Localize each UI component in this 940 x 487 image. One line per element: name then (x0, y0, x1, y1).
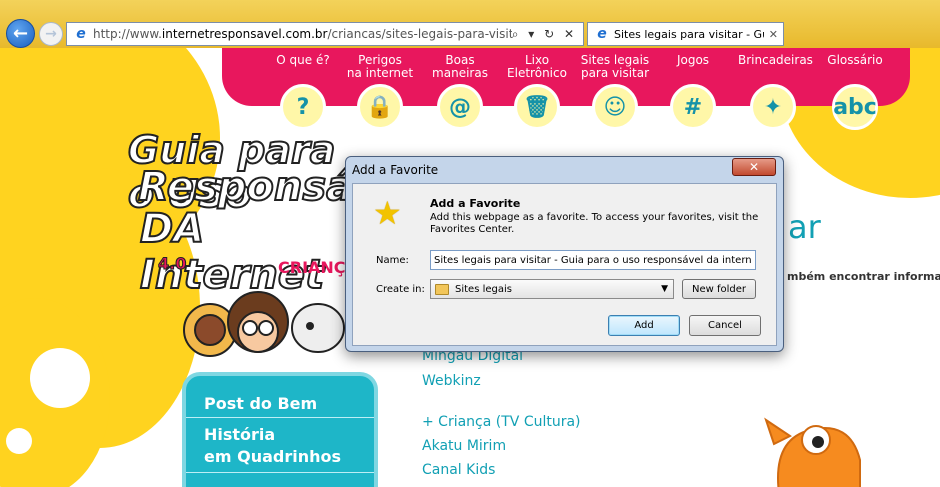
dialog-close-button[interactable]: ✕ (732, 158, 776, 176)
dialog-body: ★ Add a Favorite Add this webpage as a f… (352, 183, 777, 346)
ie-tab-icon: e (597, 26, 607, 42)
page-intro-fragment: mbém encontrar informaçõe (787, 270, 940, 283)
create-in-label: Create in: (376, 284, 425, 295)
dialog-title: Add a Favorite (352, 163, 439, 177)
menu-item-1[interactable]: Perigos na internet 🔒 (345, 53, 415, 130)
name-label: Name: (376, 255, 409, 266)
decor-dot (6, 428, 32, 454)
menu-item-icon: ? (280, 84, 326, 130)
menu-item-0[interactable]: O que é?? (268, 53, 338, 130)
star-icon: ★ (373, 194, 402, 232)
sidebar-item-historia-em-quadrinhos[interactable]: História em Quadrinhos (186, 418, 374, 473)
arrow-left-icon: ← (12, 23, 29, 44)
folder-icon (435, 283, 449, 295)
decor-dot (30, 348, 90, 408)
menu-item-icon: 🔒 (357, 84, 403, 130)
menu-item-label: Brincadeiras (738, 53, 813, 67)
create-in-select[interactable]: Sites legais ▼ (430, 279, 674, 299)
menu-item-label: Lixo Eletrônico (507, 53, 567, 80)
menu-item-5[interactable]: Jogos # (658, 53, 728, 130)
menu-item-label: O que é? (276, 53, 330, 67)
url-text: http://www.internetresponsavel.com.br/cr… (93, 27, 512, 41)
link-webkinz[interactable]: Webkinz (422, 373, 481, 389)
link-canal-kids[interactable]: Canal Kids (422, 462, 495, 478)
dialog-description: Add this webpage as a favorite. To acces… (430, 212, 759, 235)
forward-button[interactable]: → (39, 22, 63, 46)
menu-item-label: Glossário (827, 53, 883, 67)
sidebar-item-label: em Quadrinhos (204, 447, 342, 466)
link-mais-crianca[interactable]: + Criança (TV Cultura) (422, 414, 581, 430)
menu-item-2[interactable]: Boas maneiras @ (425, 53, 495, 130)
tab-active[interactable]: e Sites legais para visitar - Gui... ✕ (587, 22, 784, 46)
kids-illustration (183, 291, 345, 357)
fish-mascot (764, 417, 861, 487)
sidebar: Post do Bem História em Quadrinhos (182, 372, 378, 487)
menu-item-6[interactable]: Brincadeiras ✦ (738, 53, 813, 130)
address-bar-tools[interactable]: ⌕ ▾ ↻ ✕ (512, 27, 583, 42)
chevron-down-icon: ▼ (661, 284, 668, 294)
dialog-heading: Add a Favorite (430, 197, 521, 210)
sidebar-item-label: História (204, 425, 276, 444)
menu-item-icon: ✦ (750, 84, 796, 130)
menu-item-4[interactable]: Sites legais para visitar ☺ (580, 53, 650, 130)
name-input[interactable] (430, 250, 756, 270)
address-bar[interactable]: e http://www.internetresponsavel.com.br/… (66, 22, 584, 46)
add-favorite-dialog: Add a Favorite ✕ ★ Add a Favorite Add th… (345, 156, 784, 352)
new-folder-button[interactable]: New folder (682, 279, 756, 299)
menu-item-icon: ☺ (592, 84, 638, 130)
back-button[interactable]: ← (6, 19, 35, 48)
menu-item-icon: # (670, 84, 716, 130)
menu-item-icon: @ (437, 84, 483, 130)
menu-item-7[interactable]: Glossário abc (820, 53, 890, 130)
tab-title: Sites legais para visitar - Gui... (614, 27, 764, 41)
ie-page-icon: e (76, 26, 86, 42)
menu-item-icon: abc (832, 84, 878, 130)
page-heading-fragment: ar (788, 208, 821, 246)
create-in-value: Sites legais (455, 283, 512, 295)
site-logo[interactable]: Guia para o USo Responsável DA Internet … (120, 127, 421, 299)
menu-item-label: Sites legais para visitar (580, 53, 650, 80)
add-button[interactable]: Add (608, 315, 680, 336)
menu-item-3[interactable]: Lixo Eletrônico 🗑 (502, 53, 572, 130)
sidebar-item-post-do-bem[interactable]: Post do Bem (186, 376, 374, 418)
cancel-button[interactable]: Cancel (689, 315, 761, 336)
browser-toolbar: ← → e http://www.internetresponsavel.com… (0, 0, 940, 48)
menu-item-label: Jogos (676, 53, 710, 67)
menu-item-icon: 🗑 (514, 84, 560, 130)
menu-item-label: Perigos na internet (346, 53, 414, 80)
menu-item-label: Boas maneiras (432, 53, 488, 80)
link-akatu-mirim[interactable]: Akatu Mirim (422, 438, 506, 454)
tab-close-icon[interactable]: ✕ (764, 28, 783, 41)
arrow-right-icon: → (45, 26, 57, 42)
close-icon: ✕ (748, 160, 760, 174)
